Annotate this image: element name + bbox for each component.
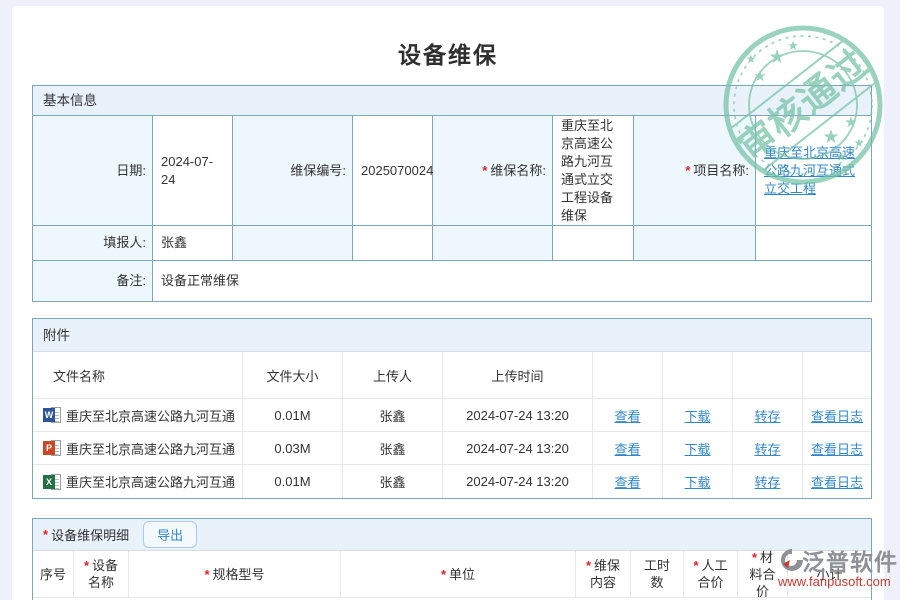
uploader: 张鑫 [343, 465, 443, 498]
upload-time: 2024-07-24 13:20 [443, 399, 593, 432]
uploader: 张鑫 [343, 432, 443, 465]
maint-no-value: 2025070024 [361, 162, 433, 180]
project-name-label-cell: *项目名称: [634, 116, 756, 226]
basic-info-section: 基本信息 日期: 2024-07-24 维保编号: 2025070024 *维保… [32, 85, 872, 302]
col-subtotal: 小计 [788, 551, 871, 598]
transfer-link[interactable]: 转存 [754, 472, 780, 491]
col-uploader: 上传人 [343, 352, 443, 399]
project-name-value-cell: 重庆至北京高速公路九河互通式立交工程 [756, 116, 871, 226]
project-name-link[interactable]: 重庆至北京高速公路九河互通式立交工程 [764, 144, 863, 198]
col-file-size: 文件大小 [243, 352, 343, 399]
file-size: 0.01M [243, 465, 343, 498]
col-action [733, 352, 803, 399]
maint-name-value-cell: 重庆至北京高速公路九河互通式立交工程设备维保 [553, 116, 634, 226]
transfer-link[interactable]: 转存 [754, 406, 780, 425]
attachments-table: 文件名称 文件大小 上传人 上传时间 W 重庆至北京高速公路九河互通 0.01M… [33, 352, 871, 498]
col-file-name: 文件名称 [33, 352, 243, 399]
required-asterisk: * [482, 162, 487, 180]
attachment-row-name: W 重庆至北京高速公路九河互通 [33, 399, 243, 432]
empty-value-cell [756, 226, 871, 261]
maint-no-value-cell: 2025070024 [353, 116, 433, 226]
empty-value-cell [553, 226, 634, 261]
remark-label-cell: 备注: [33, 261, 153, 301]
detail-table-header: 序号 *设备名称 *规格型号 *单位 *维保内容 工时数 *人工合价 *材料合价… [33, 551, 871, 598]
required-asterisk: * [43, 527, 48, 542]
transfer-link[interactable]: 转存 [754, 439, 780, 458]
col-action [593, 352, 663, 399]
attachments-title: 附件 [33, 319, 871, 352]
view-log-link[interactable]: 查看日志 [811, 439, 863, 458]
col-seq: 序号 [33, 551, 74, 598]
reporter-label: 填报人: [103, 234, 146, 252]
col-material-total: *材料合价 [738, 551, 788, 598]
maint-name-label: 维保名称: [490, 162, 546, 180]
export-button[interactable]: 导出 [143, 521, 197, 548]
reporter-value: 张鑫 [161, 234, 187, 252]
col-action [663, 352, 733, 399]
attachment-row-name: P 重庆至北京高速公路九河互通 [33, 432, 243, 465]
view-log-link[interactable]: 查看日志 [811, 472, 863, 491]
empty-label-cell [233, 226, 353, 261]
detail-section-title: 设备维保明细 [51, 525, 129, 544]
file-size: 0.03M [243, 432, 343, 465]
date-label-cell: 日期: [33, 116, 153, 226]
date-value-cell: 2024-07-24 [153, 116, 233, 226]
col-labor-total: *人工合价 [684, 551, 738, 598]
maint-no-label-cell: 维保编号: [233, 116, 353, 226]
file-size: 0.01M [243, 399, 343, 432]
col-maint-content: *维保内容 [576, 551, 631, 598]
maint-name-label-cell: *维保名称: [433, 116, 553, 226]
attachment-row-name: X 重庆至北京高速公路九河互通 [33, 465, 243, 498]
file-name: 重庆至北京高速公路九河互通 [66, 472, 235, 491]
empty-label-cell [433, 226, 553, 261]
upload-time: 2024-07-24 13:20 [443, 465, 593, 498]
basic-info-title: 基本信息 [33, 86, 871, 116]
col-upload-time: 上传时间 [443, 352, 593, 399]
view-link[interactable]: 查看 [614, 439, 640, 458]
empty-label-cell [634, 226, 756, 261]
date-label: 日期: [116, 162, 146, 180]
excel-file-icon: X [43, 474, 61, 490]
remark-value-cell: 设备正常维保 [153, 261, 871, 301]
reporter-label-cell: 填报人: [33, 226, 153, 261]
col-spec-model: *规格型号 [129, 551, 341, 598]
upload-time: 2024-07-24 13:20 [443, 432, 593, 465]
remark-value: 设备正常维保 [161, 272, 239, 290]
reporter-value-cell: 张鑫 [153, 226, 233, 261]
file-name: 重庆至北京高速公路九河互通 [66, 406, 235, 425]
basic-info-table: 日期: 2024-07-24 维保编号: 2025070024 *维保名称: 重… [33, 116, 871, 301]
remark-label: 备注: [116, 272, 146, 290]
download-link[interactable]: 下载 [684, 406, 710, 425]
maint-no-label: 维保编号: [290, 162, 346, 180]
file-name: 重庆至北京高速公路九河互通 [66, 439, 235, 458]
col-unit: *单位 [341, 551, 576, 598]
view-log-link[interactable]: 查看日志 [811, 406, 863, 425]
view-link[interactable]: 查看 [614, 472, 640, 491]
col-action [803, 352, 871, 399]
attachments-section: 附件 文件名称 文件大小 上传人 上传时间 W 重庆至北京高速公路九河互通 0.… [32, 318, 872, 499]
maint-name-value: 重庆至北京高速公路九河互通式立交工程设备维保 [561, 117, 625, 225]
date-value: 2024-07-24 [161, 153, 224, 189]
view-link[interactable]: 查看 [614, 406, 640, 425]
col-equipment-name: *设备名称 [74, 551, 129, 598]
col-work-hours: 工时数 [631, 551, 684, 598]
uploader: 张鑫 [343, 399, 443, 432]
download-link[interactable]: 下载 [684, 472, 710, 491]
download-link[interactable]: 下载 [684, 439, 710, 458]
empty-value-cell [353, 226, 433, 261]
maintenance-detail-section: * 设备维保明细 导出 序号 *设备名称 *规格型号 *单位 *维保内容 工时数… [32, 518, 872, 600]
project-name-label: 项目名称: [693, 162, 749, 180]
required-asterisk: * [685, 162, 690, 180]
ppt-file-icon: P [43, 440, 61, 456]
word-file-icon: W [43, 407, 61, 423]
